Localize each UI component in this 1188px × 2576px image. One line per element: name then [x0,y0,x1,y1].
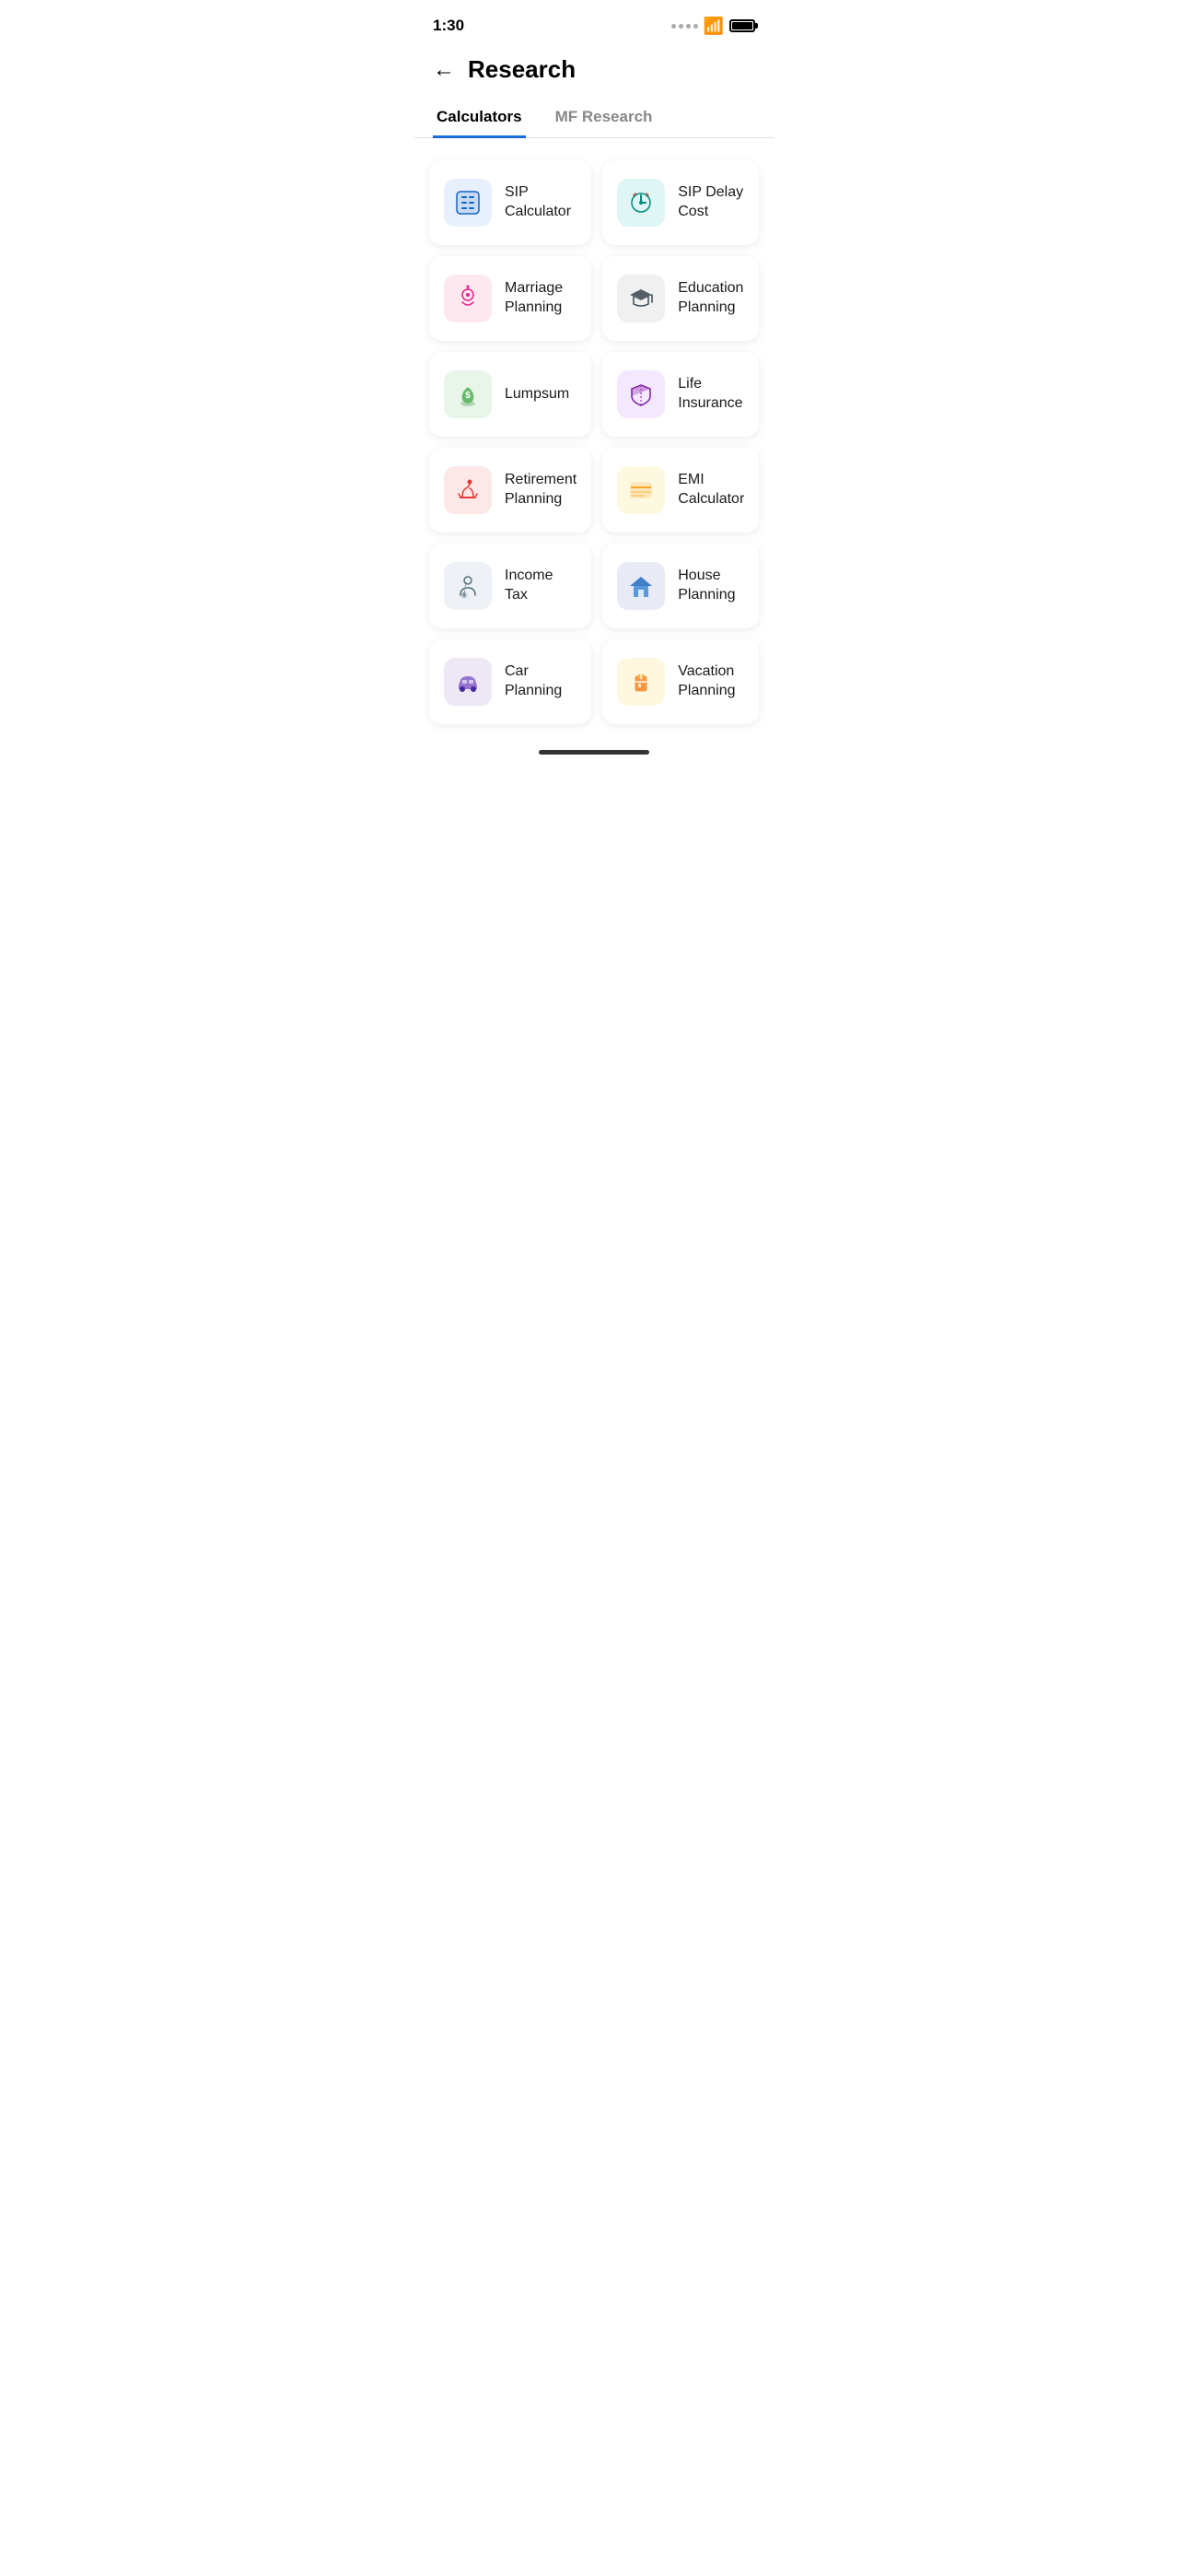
income-tax-label: Income Tax [505,567,577,605]
income-tax-card[interactable]: $ Income Tax [429,544,591,628]
svg-text:$: $ [463,593,466,599]
house-planning-icon [617,562,665,610]
emi-calculator-icon [617,466,665,514]
house-planning-card[interactable]: House Planning [602,544,759,628]
status-time: 1:30 [433,17,464,35]
retirement-planning-icon [444,466,492,514]
sip-calculator-icon [444,179,492,227]
home-indicator [414,732,774,764]
page-title: Research [468,55,576,84]
sip-calculator-label: SIP Calculator [505,183,577,222]
status-icons: 📶 [671,17,755,36]
battery-icon [729,19,755,32]
marriage-planning-icon [444,275,492,322]
back-button[interactable]: ← [433,59,455,81]
sip-delay-cost-icon [617,179,665,227]
income-tax-icon: $ [444,562,492,610]
emi-calculator-label: EMI Calculator [678,471,744,509]
sip-delay-cost-card[interactable]: SIP Delay Cost [602,160,759,245]
header: ← Research [414,46,774,99]
calculators-grid: SIP Calculator SIP Delay Cost [414,153,774,732]
education-planning-card[interactable]: Education Planning [602,256,759,341]
wifi-icon: 📶 [704,17,724,36]
sip-delay-cost-label: SIP Delay Cost [678,183,744,222]
retirement-planning-label: Retirement Planning [505,471,577,509]
emi-calculator-card[interactable]: EMI Calculator [602,448,759,533]
car-planning-icon [444,658,492,706]
svg-text:$: $ [465,391,471,401]
tab-calculators[interactable]: Calculators [433,99,526,138]
lumpsum-icon: $ [444,370,492,418]
retirement-planning-card[interactable]: Retirement Planning [429,448,591,533]
vacation-planning-icon: $ [617,658,665,706]
vacation-planning-card[interactable]: $ Vacation Planning [602,639,759,724]
status-bar: 1:30 📶 [414,0,774,46]
house-planning-label: House Planning [678,567,744,605]
car-planning-label: Car Planning [505,662,577,701]
life-insurance-label: Life Insurance [678,375,744,414]
lumpsum-card[interactable]: $ Lumpsum [429,352,591,437]
car-planning-card[interactable]: Car Planning [429,639,591,724]
education-planning-icon [617,275,665,322]
signal-icon [671,24,698,29]
vacation-planning-label: Vacation Planning [678,662,744,701]
sip-calculator-card[interactable]: SIP Calculator [429,160,591,245]
life-insurance-icon [617,370,665,418]
home-bar [539,750,649,755]
education-planning-label: Education Planning [678,279,744,318]
tab-mf-research[interactable]: MF Research [552,99,657,138]
tabs-container: Calculators MF Research [414,99,774,138]
life-insurance-card[interactable]: Life Insurance [602,352,759,437]
marriage-planning-card[interactable]: Marriage Planning [429,256,591,341]
marriage-planning-label: Marriage Planning [505,279,577,318]
lumpsum-label: Lumpsum [505,385,569,404]
